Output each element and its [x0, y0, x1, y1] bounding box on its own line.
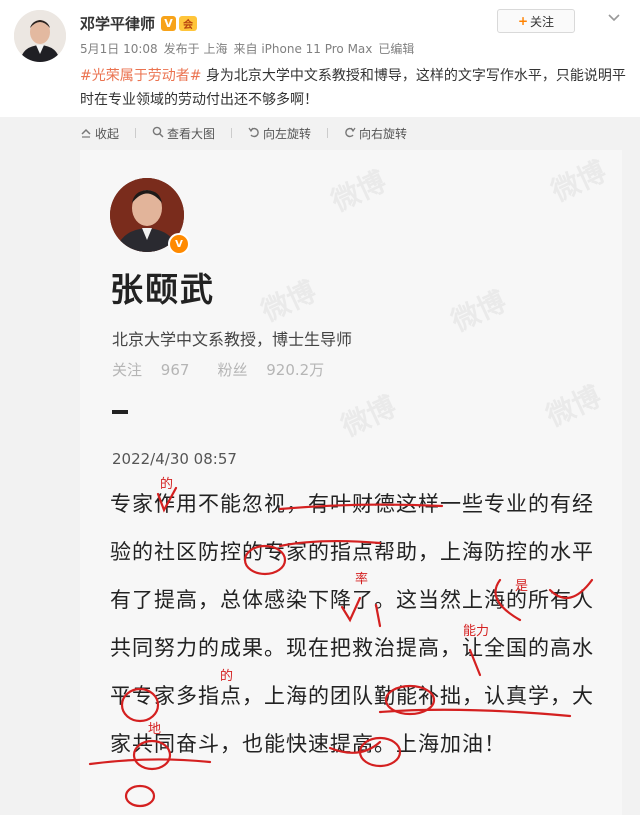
watermark: 微博	[446, 284, 511, 339]
watermark: 微博	[326, 164, 391, 219]
media-panel: 收起 查看大图 向左旋转 向右旋转 微博 微博 微博 微博 微博 微博 V 张颐…	[0, 117, 640, 815]
follow-label: 关注	[530, 14, 555, 29]
post-meta: 5月1日 10:08 发布于 上海 来自 iPhone 11 Pro Max 已编辑	[80, 40, 420, 57]
rotate-left-button[interactable]: 向左旋转	[248, 125, 311, 142]
collapse-icon	[80, 126, 92, 141]
toolbar-divider	[327, 128, 329, 138]
plus-icon: +	[517, 14, 529, 28]
followers-label: 粉丝	[217, 361, 248, 379]
watermark: 微博	[336, 389, 401, 444]
rotate-right-label: 向右旋转	[359, 126, 408, 141]
post-date[interactable]: 5月1日 10:08	[80, 42, 158, 56]
watermark: 微博	[256, 274, 321, 329]
magnify-icon	[152, 126, 164, 141]
screenshot-verified-icon: V	[168, 233, 190, 255]
annotation-nengli: 能力	[463, 624, 490, 639]
screenshot-divider	[112, 410, 128, 414]
rotate-right-icon	[344, 126, 356, 141]
chevron-down-icon[interactable]	[601, 7, 627, 29]
verified-badge-icon: V	[161, 15, 177, 31]
view-large-button[interactable]: 查看大图	[152, 125, 215, 142]
view-large-label: 查看大图	[167, 126, 216, 141]
rotate-left-icon	[248, 126, 260, 141]
author-row: 邓学平律师 V 会	[80, 11, 198, 35]
screenshot-body: 专家作用不能忽视，有叶财德这样一些专业的有经验的社区防控的专家的指点帮助，上海防…	[110, 492, 594, 756]
toolbar-divider	[231, 128, 233, 138]
screenshot-bio: 北京大学中文系教授，博士生导师	[112, 330, 353, 349]
rotate-left-label: 向左旋转	[263, 126, 312, 141]
post-text: #光荣属于劳动者# 身为北京大学中文系教授和博导，这样的文字写作水平，只能说明平…	[80, 64, 628, 112]
collapse-button[interactable]: 收起	[80, 125, 119, 142]
screenshot-name: 张颐武	[110, 270, 215, 309]
rotate-right-button[interactable]: 向右旋转	[344, 125, 407, 142]
followers-value: 920.2万	[266, 361, 325, 379]
weibo-post: 邓学平律师 V 会 5月1日 10:08 发布于 上海 来自 iPhone 11 P…	[0, 0, 640, 815]
author-avatar[interactable]	[14, 10, 66, 62]
annotation-lv: 率	[355, 572, 369, 587]
annotation-de: 的	[160, 477, 174, 492]
post-location: 发布于 上海	[163, 42, 228, 56]
follow-button[interactable]: + 关注	[497, 9, 575, 33]
annotation-shi: 是	[515, 579, 529, 594]
following-label: 关注	[112, 361, 143, 379]
post-image[interactable]: 微博 微博 微博 微博 微博 微博 V 张颐武 北京大学中文系教授，博士生导师 …	[80, 150, 622, 815]
topic-link[interactable]: #光荣属于劳动者#	[80, 68, 201, 84]
toolbar-divider	[135, 128, 137, 138]
watermark: 微博	[541, 379, 606, 434]
post-edited[interactable]: 已编辑	[378, 42, 414, 56]
post-source: 来自 iPhone 11 Pro Max	[233, 42, 373, 56]
screenshot-date: 2022/4/30 08:57	[112, 450, 237, 468]
annotation-de2: 的	[220, 669, 234, 684]
collapse-label: 收起	[95, 126, 120, 141]
image-toolbar: 收起 查看大图 向左旋转 向右旋转	[80, 124, 423, 142]
watermark: 微博	[546, 154, 611, 209]
following-value: 967	[160, 361, 190, 379]
screenshot-stats: 关注 967 粉丝 920.2万	[112, 359, 352, 380]
annotation-di: 地	[148, 722, 162, 737]
vip-badge-icon: 会	[179, 15, 198, 31]
author-name[interactable]: 邓学平律师	[80, 13, 155, 34]
